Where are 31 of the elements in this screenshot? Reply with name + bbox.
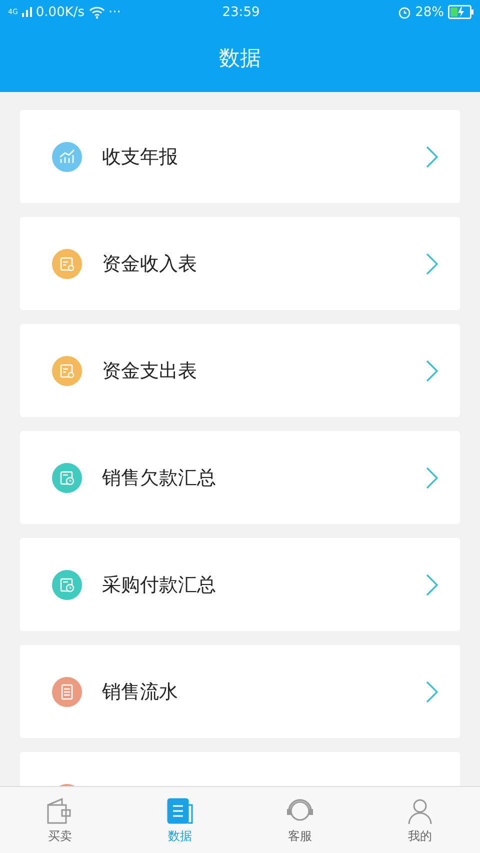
page-title: 数据 (219, 45, 261, 72)
alarm-icon (398, 6, 412, 18)
item-label: 收支年报 (102, 144, 179, 170)
item-label: 资金收入表 (102, 252, 198, 276)
signal-icon (22, 7, 32, 17)
battery-charging-icon (448, 5, 474, 19)
item-label: 销售欠款汇总 (102, 466, 217, 490)
nav-tab[interactable]: 买卖 (0, 787, 120, 853)
report-item[interactable]: 收支年报 (20, 110, 460, 203)
chevron-right-icon (426, 680, 438, 702)
document-icon (165, 796, 195, 826)
battery-percent: 28% (415, 4, 444, 20)
chevron-right-icon (426, 146, 438, 168)
report-item[interactable]: 销售欠款汇总 (20, 431, 460, 524)
report-item[interactable]: 资金收入表 (20, 217, 460, 310)
chevron-right-icon (426, 252, 438, 274)
chevron-right-icon (426, 574, 438, 596)
wifi-icon (88, 6, 105, 18)
more-indicator: ··· (108, 4, 121, 20)
item-label: 采购付款汇总 (102, 572, 217, 598)
clock-time: 23:59 (222, 4, 260, 20)
report-item[interactable]: 采购付款汇总 (20, 538, 460, 631)
network-speed: 0.00K/s (36, 4, 85, 20)
nav-tab[interactable]: 客服 (240, 787, 360, 853)
item-label: 销售流水 (102, 680, 179, 704)
report-item[interactable]: 销售流水 (20, 645, 460, 738)
chevron-right-icon (426, 466, 438, 488)
nav-tab[interactable]: 我的 (360, 787, 480, 853)
item-label: 资金支出表 (102, 358, 198, 384)
chevron-right-icon (426, 360, 438, 382)
report-item[interactable]: 资金支出表 (20, 324, 460, 417)
